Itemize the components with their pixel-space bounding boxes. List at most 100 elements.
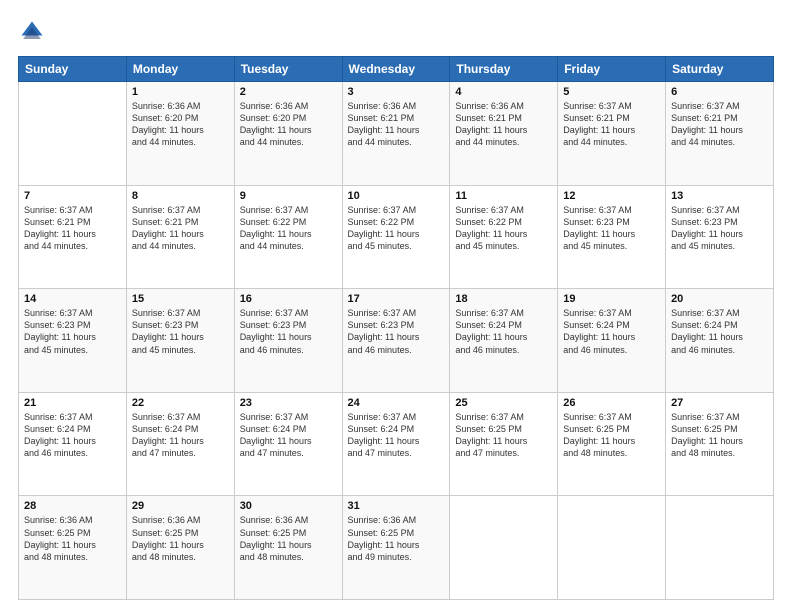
day-number: 15 <box>132 293 229 305</box>
day-number: 12 <box>563 190 660 202</box>
day-info: Sunrise: 6:36 AM Sunset: 6:25 PM Dayligh… <box>348 514 445 563</box>
day-number: 6 <box>671 86 768 98</box>
week-row-2: 7Sunrise: 6:37 AM Sunset: 6:21 PM Daylig… <box>19 185 774 289</box>
day-info: Sunrise: 6:37 AM Sunset: 6:24 PM Dayligh… <box>24 411 121 460</box>
day-cell <box>666 496 774 600</box>
day-cell <box>19 82 127 186</box>
day-cell: 21 Sunrise: 6:37 AM Sunset: 6:24 PM Dayli… <box>19 392 127 496</box>
day-info: Sunrise: 6:37 AM Sunset: 6:22 PM Dayligh… <box>240 204 337 253</box>
day-number: 18 <box>455 293 552 305</box>
day-cell: 10Sunrise: 6:37 AM Sunset: 6:22 PM Dayli… <box>342 185 450 289</box>
day-cell: 12 Sunrise: 6:37 AM Sunset: 6:23 PM Dayli… <box>558 185 666 289</box>
day-info: Sunrise: 6:37 AM Sunset: 6:24 PM Dayligh… <box>348 411 445 460</box>
day-cell: 2 Sunrise: 6:36 AM Sunset: 6:20 PM Daylig… <box>234 82 342 186</box>
week-row-1: 1 Sunrise: 6:36 AM Sunset: 6:20 PM Daylig… <box>19 82 774 186</box>
day-number: 17 <box>348 293 445 305</box>
day-cell: 25Sunrise: 6:37 AM Sunset: 6:25 PM Dayli… <box>450 392 558 496</box>
header-cell-monday: Monday <box>126 57 234 82</box>
day-number: 19 <box>563 293 660 305</box>
header-cell-friday: Friday <box>558 57 666 82</box>
day-info: Sunrise: 6:37 AM Sunset: 6:23 PM Dayligh… <box>132 307 229 356</box>
day-cell: 15 Sunrise: 6:37 AM Sunset: 6:23 PM Dayli… <box>126 289 234 393</box>
day-info: Sunrise: 6:37 AM Sunset: 6:24 PM Dayligh… <box>455 307 552 356</box>
header-cell-thursday: Thursday <box>450 57 558 82</box>
day-info: Sunrise: 6:37 AM Sunset: 6:21 PM Dayligh… <box>671 100 768 149</box>
day-info: Sunrise: 6:37 AM Sunset: 6:23 PM Dayligh… <box>671 204 768 253</box>
day-number: 24 <box>348 397 445 409</box>
day-cell <box>450 496 558 600</box>
week-row-5: 28 Sunrise: 6:36 AM Sunset: 6:25 PM Dayli… <box>19 496 774 600</box>
day-number: 23 <box>240 397 337 409</box>
day-info: Sunrise: 6:37 AM Sunset: 6:23 PM Dayligh… <box>24 307 121 356</box>
day-cell: 11 Sunrise: 6:37 AM Sunset: 6:22 PM Dayli… <box>450 185 558 289</box>
day-cell: 8 Sunrise: 6:37 AM Sunset: 6:21 PM Daylig… <box>126 185 234 289</box>
day-cell: 5 Sunrise: 6:37 AM Sunset: 6:21 PM Daylig… <box>558 82 666 186</box>
day-info: Sunrise: 6:37 AM Sunset: 6:22 PM Dayligh… <box>455 204 552 253</box>
calendar-table: SundayMondayTuesdayWednesdayThursdayFrid… <box>18 56 774 600</box>
day-number: 9 <box>240 190 337 202</box>
day-cell: 1 Sunrise: 6:36 AM Sunset: 6:20 PM Daylig… <box>126 82 234 186</box>
day-info: Sunrise: 6:36 AM Sunset: 6:21 PM Dayligh… <box>348 100 445 149</box>
day-info: Sunrise: 6:37 AM Sunset: 6:24 PM Dayligh… <box>240 411 337 460</box>
day-cell <box>558 496 666 600</box>
day-number: 21 <box>24 397 121 409</box>
day-info: Sunrise: 6:36 AM Sunset: 6:25 PM Dayligh… <box>240 514 337 563</box>
logo-icon <box>18 18 46 46</box>
header-cell-tuesday: Tuesday <box>234 57 342 82</box>
day-info: Sunrise: 6:37 AM Sunset: 6:24 PM Dayligh… <box>671 307 768 356</box>
day-info: Sunrise: 6:37 AM Sunset: 6:24 PM Dayligh… <box>132 411 229 460</box>
day-info: Sunrise: 6:36 AM Sunset: 6:21 PM Dayligh… <box>455 100 552 149</box>
day-number: 30 <box>240 500 337 512</box>
day-cell: 26 Sunrise: 6:37 AM Sunset: 6:25 PM Dayli… <box>558 392 666 496</box>
day-number: 5 <box>563 86 660 98</box>
day-info: Sunrise: 6:36 AM Sunset: 6:25 PM Dayligh… <box>24 514 121 563</box>
day-number: 13 <box>671 190 768 202</box>
day-cell: 16 Sunrise: 6:37 AM Sunset: 6:23 PM Dayli… <box>234 289 342 393</box>
day-number: 3 <box>348 86 445 98</box>
day-number: 26 <box>563 397 660 409</box>
day-number: 2 <box>240 86 337 98</box>
day-cell: 14 Sunrise: 6:37 AM Sunset: 6:23 PM Dayli… <box>19 289 127 393</box>
day-number: 1 <box>132 86 229 98</box>
week-row-4: 21 Sunrise: 6:37 AM Sunset: 6:24 PM Dayli… <box>19 392 774 496</box>
day-number: 8 <box>132 190 229 202</box>
day-cell: 6 Sunrise: 6:37 AM Sunset: 6:21 PM Daylig… <box>666 82 774 186</box>
day-info: Sunrise: 6:37 AM Sunset: 6:21 PM Dayligh… <box>563 100 660 149</box>
day-cell: 13 Sunrise: 6:37 AM Sunset: 6:23 PM Dayli… <box>666 185 774 289</box>
day-cell: 27 Sunrise: 6:37 AM Sunset: 6:25 PM Dayli… <box>666 392 774 496</box>
day-cell: 4 Sunrise: 6:36 AM Sunset: 6:21 PM Daylig… <box>450 82 558 186</box>
day-cell: 23 Sunrise: 6:37 AM Sunset: 6:24 PM Dayli… <box>234 392 342 496</box>
day-number: 20 <box>671 293 768 305</box>
day-cell: 7Sunrise: 6:37 AM Sunset: 6:21 PM Daylig… <box>19 185 127 289</box>
logo <box>18 18 50 46</box>
header-row: SundayMondayTuesdayWednesdayThursdayFrid… <box>19 57 774 82</box>
day-cell: 18 Sunrise: 6:37 AM Sunset: 6:24 PM Dayli… <box>450 289 558 393</box>
day-number: 25 <box>455 397 552 409</box>
day-number: 14 <box>24 293 121 305</box>
day-cell: 22Sunrise: 6:37 AM Sunset: 6:24 PM Dayli… <box>126 392 234 496</box>
day-info: Sunrise: 6:37 AM Sunset: 6:25 PM Dayligh… <box>563 411 660 460</box>
header-cell-sunday: Sunday <box>19 57 127 82</box>
day-info: Sunrise: 6:37 AM Sunset: 6:23 PM Dayligh… <box>563 204 660 253</box>
day-info: Sunrise: 6:37 AM Sunset: 6:21 PM Dayligh… <box>132 204 229 253</box>
day-info: Sunrise: 6:37 AM Sunset: 6:22 PM Dayligh… <box>348 204 445 253</box>
day-number: 11 <box>455 190 552 202</box>
day-info: Sunrise: 6:37 AM Sunset: 6:23 PM Dayligh… <box>348 307 445 356</box>
day-number: 28 <box>24 500 121 512</box>
day-info: Sunrise: 6:37 AM Sunset: 6:23 PM Dayligh… <box>240 307 337 356</box>
header <box>18 18 774 46</box>
day-number: 16 <box>240 293 337 305</box>
day-info: Sunrise: 6:37 AM Sunset: 6:25 PM Dayligh… <box>671 411 768 460</box>
day-info: Sunrise: 6:36 AM Sunset: 6:20 PM Dayligh… <box>132 100 229 149</box>
day-cell: 17 Sunrise: 6:37 AM Sunset: 6:23 PM Dayli… <box>342 289 450 393</box>
day-cell: 31Sunrise: 6:36 AM Sunset: 6:25 PM Dayli… <box>342 496 450 600</box>
day-number: 27 <box>671 397 768 409</box>
page: SundayMondayTuesdayWednesdayThursdayFrid… <box>0 0 792 612</box>
day-info: Sunrise: 6:36 AM Sunset: 6:20 PM Dayligh… <box>240 100 337 149</box>
day-number: 29 <box>132 500 229 512</box>
day-info: Sunrise: 6:37 AM Sunset: 6:21 PM Dayligh… <box>24 204 121 253</box>
day-info: Sunrise: 6:36 AM Sunset: 6:25 PM Dayligh… <box>132 514 229 563</box>
day-cell: 29 Sunrise: 6:36 AM Sunset: 6:25 PM Dayli… <box>126 496 234 600</box>
day-cell: 9 Sunrise: 6:37 AM Sunset: 6:22 PM Daylig… <box>234 185 342 289</box>
day-number: 4 <box>455 86 552 98</box>
